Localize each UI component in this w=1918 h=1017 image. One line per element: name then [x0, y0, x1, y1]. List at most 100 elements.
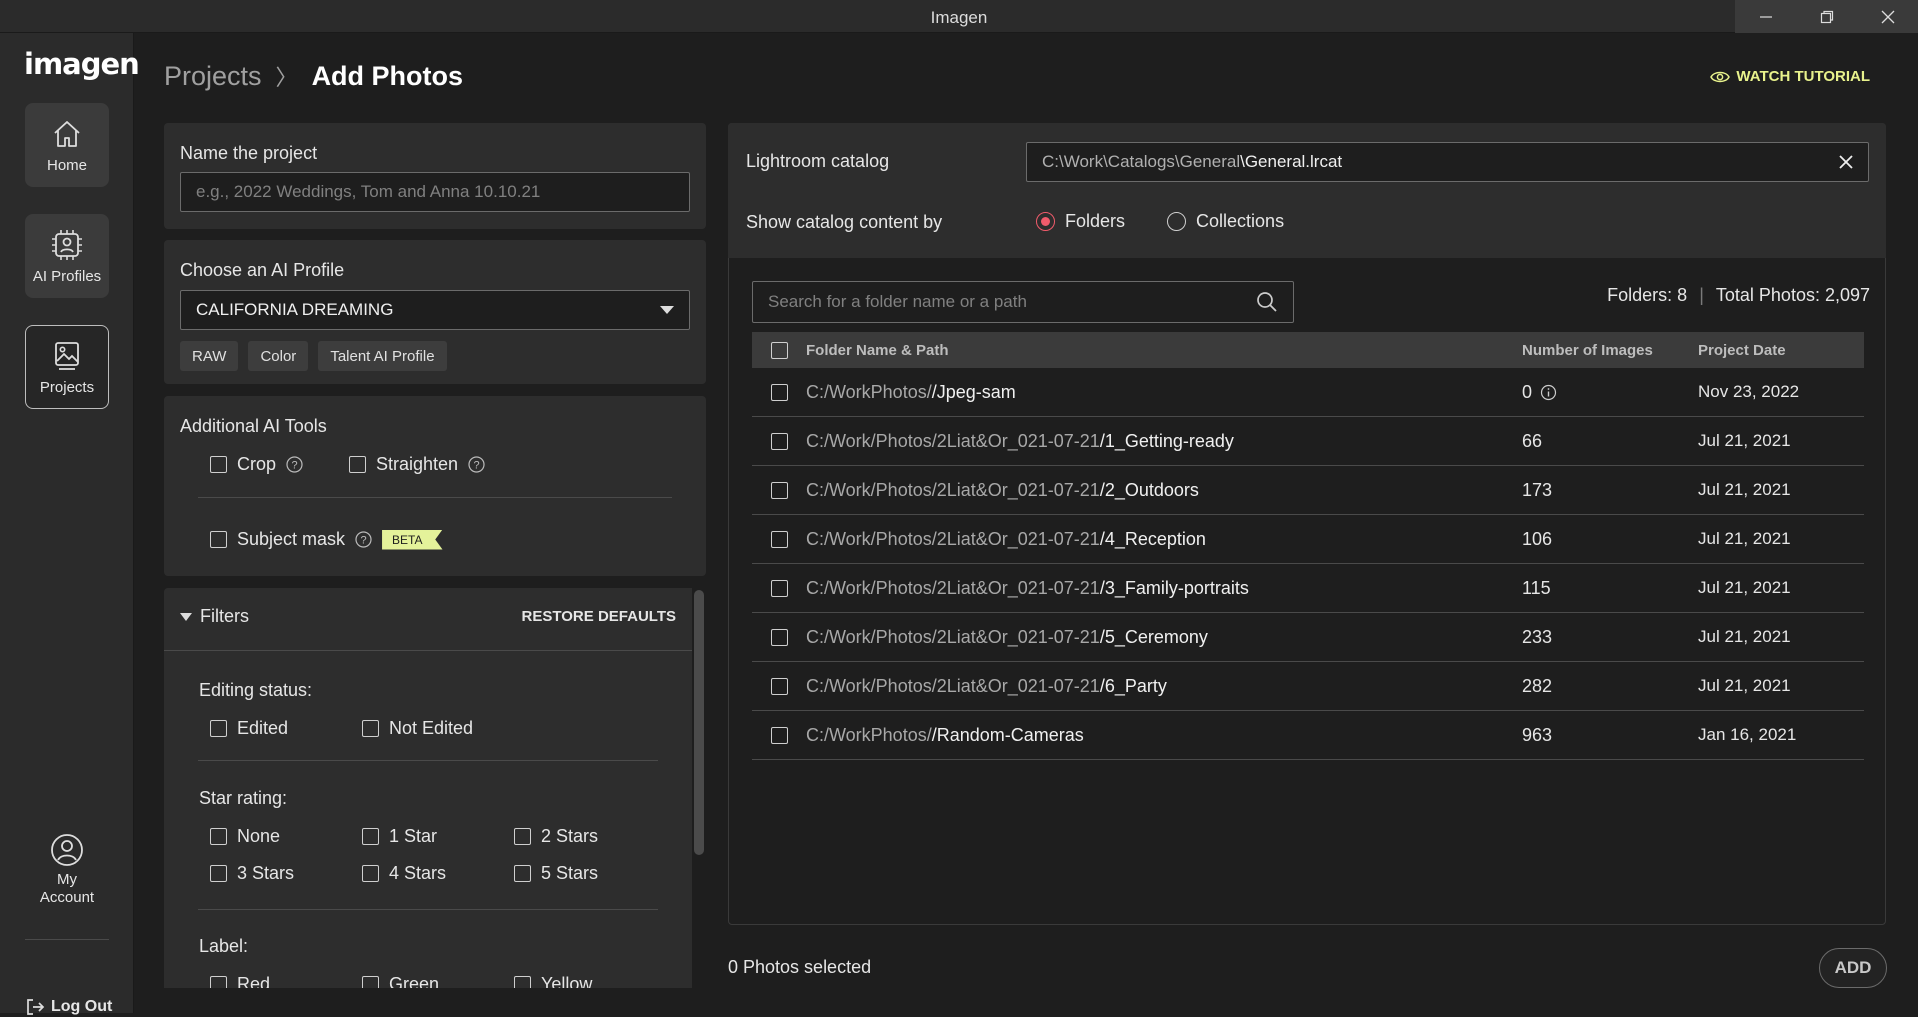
filter-not-edited[interactable]: Not Edited	[362, 718, 473, 739]
image-count-value: 233	[1522, 626, 1553, 647]
checkbox[interactable]	[210, 828, 227, 845]
filter-star-3[interactable]: 3 Stars	[210, 863, 362, 884]
filter-label-red[interactable]: Red	[210, 974, 362, 988]
filter-star-4[interactable]: 4 Stars	[362, 863, 514, 884]
row-checkbox[interactable]	[770, 530, 788, 548]
table-row[interactable]: C:/WorkPhotos//Jpeg-sam 0 Nov 23, 2022	[752, 368, 1864, 417]
image-count-value: 115	[1522, 577, 1551, 598]
caret-down-icon	[180, 612, 192, 621]
sidebar-item-home[interactable]: Home	[25, 103, 109, 187]
option-label: Red	[237, 974, 271, 988]
folder-search-input[interactable]: Search for a folder name or a path	[752, 281, 1294, 323]
folder-leaf: /5_Ceremony	[1099, 626, 1208, 647]
account-label-line1: My	[57, 871, 77, 888]
filter-star-none[interactable]: None	[210, 826, 362, 847]
sidebar-item-projects[interactable]: Projects	[25, 325, 109, 409]
logout-button[interactable]: Log Out	[25, 997, 112, 1017]
account-label-line2: Account	[39, 889, 95, 906]
filter-star-5[interactable]: 5 Stars	[514, 863, 666, 884]
my-account-button[interactable]: My Account	[25, 833, 109, 907]
column-folder-name[interactable]: Folder Name & Path	[806, 342, 1522, 359]
table-row[interactable]: C:/Work/Photos/2Liat&Or_021-07-21/2_Outd…	[752, 466, 1864, 515]
checkbox[interactable]	[362, 720, 379, 737]
checkbox[interactable]	[514, 865, 531, 882]
folder-path: C:/Work/Photos/2Liat&Or_021-07-21/1_Gett…	[806, 431, 1522, 452]
tag-raw: RAW	[180, 341, 239, 371]
add-button[interactable]: ADD	[1819, 948, 1887, 988]
divider	[198, 497, 672, 498]
option-label: None	[237, 826, 281, 846]
info-icon[interactable]	[1540, 384, 1557, 401]
radio-folders[interactable]: Folders	[1036, 211, 1125, 232]
clear-icon[interactable]	[1839, 155, 1853, 169]
checkbox[interactable]	[362, 865, 379, 882]
subject-mask-option[interactable]: Subject mask ? BETA	[210, 529, 443, 550]
minimize-button[interactable]	[1735, 0, 1796, 33]
breadcrumb-projects[interactable]: Projects	[164, 61, 262, 92]
checkbox[interactable]	[210, 976, 227, 988]
row-checkbox[interactable]	[770, 628, 788, 646]
row-checkbox[interactable]	[770, 383, 788, 401]
minimize-icon	[1759, 15, 1772, 18]
row-checkbox[interactable]	[770, 432, 788, 450]
sidebar-divider	[25, 939, 109, 940]
checkbox[interactable]	[514, 976, 531, 988]
row-checkbox[interactable]	[770, 481, 788, 499]
help-icon[interactable]: ?	[355, 531, 372, 548]
star-rating-label: Star rating:	[199, 788, 288, 808]
row-checkbox[interactable]	[770, 726, 788, 744]
filter-label-yellow[interactable]: Yellow	[514, 974, 666, 988]
filter-edited[interactable]: Edited	[210, 718, 362, 739]
restore-button[interactable]	[1796, 0, 1857, 33]
sidebar-item-ai-profiles[interactable]: AI Profiles	[25, 214, 109, 298]
help-icon[interactable]: ?	[286, 456, 303, 473]
option-label: Edited	[237, 718, 289, 738]
search-icon[interactable]	[1256, 291, 1278, 313]
table-row[interactable]: C:/Work/Photos/2Liat&Or_021-07-21/4_Rece…	[752, 515, 1864, 564]
checkbox[interactable]	[362, 976, 379, 988]
filter-star-2[interactable]: 2 Stars	[514, 826, 666, 847]
close-button[interactable]	[1857, 0, 1918, 33]
checkbox[interactable]	[514, 828, 531, 845]
checkbox[interactable]	[210, 865, 227, 882]
checkbox[interactable]	[210, 720, 227, 737]
table-row[interactable]: C:/Work/Photos/2Liat&Or_021-07-21/5_Cere…	[752, 613, 1864, 662]
ai-tools-card: Additional AI Tools Crop ? Straighten ? …	[164, 396, 706, 576]
column-number-of-images[interactable]: Number of Images	[1522, 342, 1698, 359]
row-checkbox[interactable]	[770, 677, 788, 695]
filters-scrollbar[interactable]	[694, 590, 704, 855]
ai-profile-dropdown[interactable]: CALIFORNIA DREAMING	[180, 290, 690, 330]
option-label: 2 Stars	[541, 826, 599, 846]
table-row[interactable]: C:/Work/Photos/2Liat&Or_021-07-21/6_Part…	[752, 662, 1864, 711]
crop-checkbox[interactable]	[210, 456, 227, 473]
filters-toggle[interactable]: Filters	[180, 606, 249, 627]
restore-defaults-button[interactable]: RESTORE DEFAULTS	[522, 608, 676, 625]
table-row[interactable]: C:/WorkPhotos//Random-Cameras 963 Jan 16, …	[752, 711, 1864, 760]
catalog-path-field[interactable]: C:\Work\Catalogs\General\General.lrcat	[1026, 142, 1869, 182]
radio-button[interactable]	[1036, 212, 1055, 231]
table-row[interactable]: C:/Work/Photos/2Liat&Or_021-07-21/1_Gett…	[752, 417, 1864, 466]
help-icon[interactable]: ?	[468, 456, 485, 473]
total-photos: Total Photos: 2,097	[1715, 285, 1870, 305]
filter-label-green[interactable]: Green	[362, 974, 514, 988]
watch-tutorial-button[interactable]: WATCH TUTORIAL	[1710, 68, 1870, 85]
image-count: 0	[1522, 382, 1698, 403]
row-checkbox[interactable]	[770, 579, 788, 597]
option-label: 1 Star	[389, 826, 438, 846]
checkbox[interactable]	[362, 828, 379, 845]
select-all-checkbox[interactable]	[770, 341, 788, 359]
project-name-input[interactable]: e.g., 2022 Weddings, Tom and Anna 10.10.…	[180, 172, 690, 212]
crop-option[interactable]: Crop ?	[210, 454, 303, 475]
radio-collections[interactable]: Collections	[1167, 211, 1284, 232]
table-row[interactable]: C:/Work/Photos/2Liat&Or_021-07-21/3_Fami…	[752, 564, 1864, 613]
folder-summary: Folders: 8 | Total Photos: 2,097	[1607, 285, 1870, 306]
ai-profile-tags: RAW Color Talent AI Profile	[180, 341, 447, 371]
project-name-card: Name the project e.g., 2022 Weddings, To…	[164, 123, 706, 229]
catalog-path-prefix: C:\Work\Catalogs\General	[1042, 152, 1241, 171]
straighten-checkbox[interactable]	[349, 456, 367, 473]
column-project-date[interactable]: Project Date	[1698, 342, 1864, 359]
radio-button[interactable]	[1167, 212, 1187, 231]
filter-star-1[interactable]: 1 Star	[362, 826, 514, 847]
subject-mask-checkbox[interactable]	[210, 531, 227, 548]
straighten-option[interactable]: Straighten ?	[349, 454, 485, 475]
